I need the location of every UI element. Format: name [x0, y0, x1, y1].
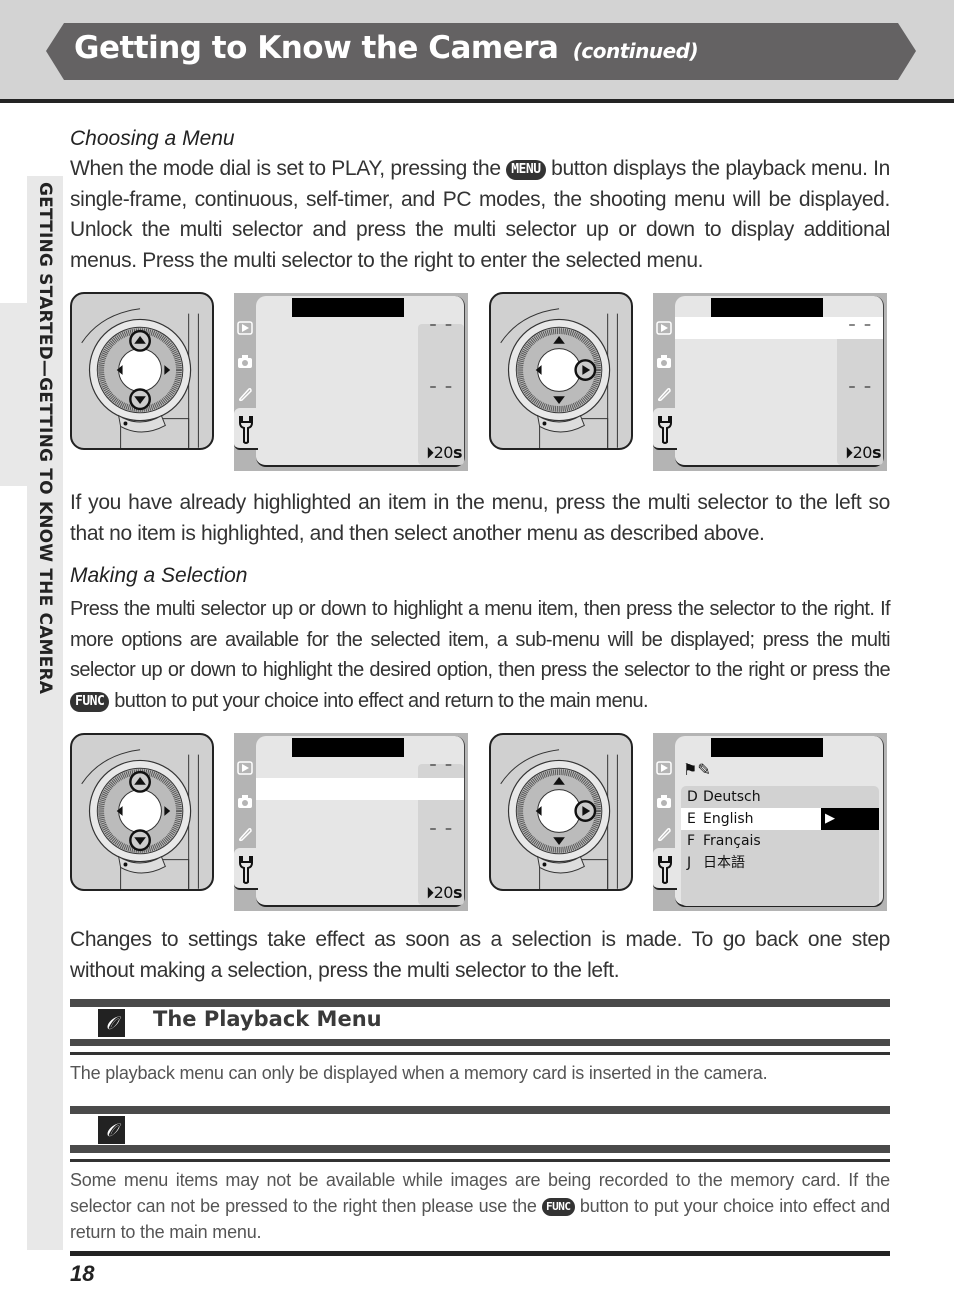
paragraph-text: Press the multi selector up or down to h…: [70, 598, 891, 681]
lcd-timer-readout: ⏵20s: [426, 443, 462, 463]
timer-value: 20: [433, 443, 454, 462]
multi-selector-right-svg: [500, 749, 618, 889]
language-flag-icon: ⚑✎: [683, 762, 711, 779]
multi-selector-illustration-up-down-2: [70, 733, 214, 891]
lcd-value-dash: – –: [848, 379, 873, 395]
playback-icon: [237, 321, 253, 335]
lcd-title-bar: [711, 738, 823, 757]
lcd-timer-readout: ⏵20s: [845, 443, 881, 463]
playback-icon: [656, 761, 672, 775]
timer-value: 20: [852, 443, 873, 462]
timer-icon: ⏵: [426, 443, 434, 462]
paragraph-changes-effect: Changes to settings take effect as soon …: [70, 928, 890, 982]
paperclip-icon: 𝒪: [98, 1116, 125, 1144]
section-heading-choosing-menu: Choosing a Menu: [70, 127, 235, 150]
wrench-icon: [239, 416, 253, 444]
page-title-continued: (continued): [572, 39, 699, 63]
page-title-text: Getting to Know the Camera: [74, 30, 559, 66]
lcd-title-bar: [711, 298, 823, 317]
menu-button-icon: MENU: [506, 160, 546, 180]
submenu-arrow-icon: ▶: [821, 808, 879, 830]
note-title-rule: [70, 1145, 890, 1153]
lcd-value-dash: – –: [429, 379, 454, 395]
language-option[interactable]: F Français: [681, 830, 879, 852]
footer-rule: [70, 1251, 890, 1256]
timer-icon: ⏵: [845, 443, 853, 462]
func-button-icon: FUNC: [542, 1198, 575, 1216]
multi-selector-illustration-up-down: [70, 292, 214, 450]
paragraph-text: button to put your choice into effect an…: [109, 689, 648, 712]
pencil-icon: [239, 828, 252, 842]
playback-icon: [237, 761, 253, 775]
lcd-menu-screen-1: – – – – ⏵20s: [234, 293, 468, 471]
multi-selector-up-down-svg: [81, 308, 199, 448]
note-divider: [70, 1159, 890, 1162]
language-label: English: [703, 811, 754, 827]
language-option[interactable]: J 日本語: [681, 852, 879, 874]
camera-icon: [238, 355, 252, 368]
page-title: Getting to Know the Camera (continued): [74, 30, 699, 66]
multi-selector-up-down-svg: [81, 749, 199, 889]
note-text-menu-availability: Some menu items may not be available whi…: [70, 1167, 890, 1245]
lcd-value-dash: – –: [429, 317, 454, 333]
camera-icon: [657, 795, 671, 808]
note-title-rule: [70, 1039, 890, 1046]
language-list: D Deutsch E English ▶ F Français J 日本語: [681, 786, 879, 906]
lcd-menu-screen-3: – – – – ⏵20s: [234, 733, 468, 911]
note-top-rule: [70, 1106, 890, 1114]
note-divider: [70, 1052, 890, 1055]
multi-selector-illustration-right-2: [489, 733, 633, 891]
wrench-icon: [239, 856, 253, 884]
timer-unit: s: [452, 443, 463, 462]
side-tab-background: [0, 303, 27, 486]
multi-selector-illustration-right: [489, 292, 633, 450]
lcd-timer-readout: ⏵20s: [426, 883, 462, 903]
section-heading-making-selection: Making a Selection: [70, 564, 248, 587]
wrench-icon: [658, 856, 672, 884]
note-text-playback-menu: The playback menu can only be displayed …: [70, 1063, 768, 1083]
camera-icon: [238, 795, 252, 808]
lcd-value-dash: – –: [429, 821, 454, 837]
language-label: Français: [703, 833, 761, 849]
header-divider: [0, 99, 954, 103]
chapter-tab-label: GETTING STARTED—GETTING TO KNOW THE CAME…: [35, 182, 55, 695]
language-option-selected[interactable]: E English ▶: [681, 808, 879, 830]
language-code: E: [687, 811, 696, 827]
lcd-language-submenu: ⚑✎ D Deutsch E English ▶ F Français J 日本語: [653, 733, 887, 911]
lcd-value-dash: – –: [429, 757, 454, 773]
note-title-playback-menu: The Playback Menu: [153, 1007, 382, 1031]
camera-icon: [657, 355, 671, 368]
lcd-value-dash: – –: [848, 317, 873, 333]
paragraph-choosing-menu: When the mode dial is set to PLAY, press…: [70, 154, 890, 276]
language-code: D: [687, 789, 698, 805]
paperclip-icon: 𝒪: [98, 1009, 125, 1037]
lcd-title-bar: [292, 738, 404, 757]
note-top-rule: [70, 999, 890, 1007]
paragraph-highlighted-item: If you have already highlighted an item …: [70, 491, 890, 545]
wrench-icon: [658, 416, 672, 444]
paragraph-making-selection: Press the multi selector up or down to h…: [70, 594, 891, 716]
pencil-icon: [658, 828, 671, 842]
language-label: Deutsch: [703, 789, 761, 805]
timer-icon: ⏵: [426, 883, 434, 902]
lcd-highlighted-row: [256, 778, 464, 800]
language-label: 日本語: [703, 855, 745, 871]
playback-icon: [656, 321, 672, 335]
timer-value: 20: [433, 883, 454, 902]
lcd-menu-screen-2: – – – – ⏵20s: [653, 293, 887, 471]
language-code: F: [687, 833, 696, 849]
lcd-title-bar: [292, 298, 404, 317]
timer-unit: s: [452, 883, 463, 902]
language-code: J: [687, 855, 692, 871]
func-button-icon: FUNC: [70, 691, 110, 712]
timer-unit: s: [871, 443, 882, 462]
paragraph-text: When the mode dial is set to PLAY, press…: [70, 157, 507, 180]
page-number: 18: [70, 1261, 95, 1286]
language-option[interactable]: D Deutsch: [681, 786, 879, 808]
pencil-icon: [658, 388, 671, 402]
pencil-icon: [239, 388, 252, 402]
multi-selector-right-svg: [500, 308, 618, 448]
